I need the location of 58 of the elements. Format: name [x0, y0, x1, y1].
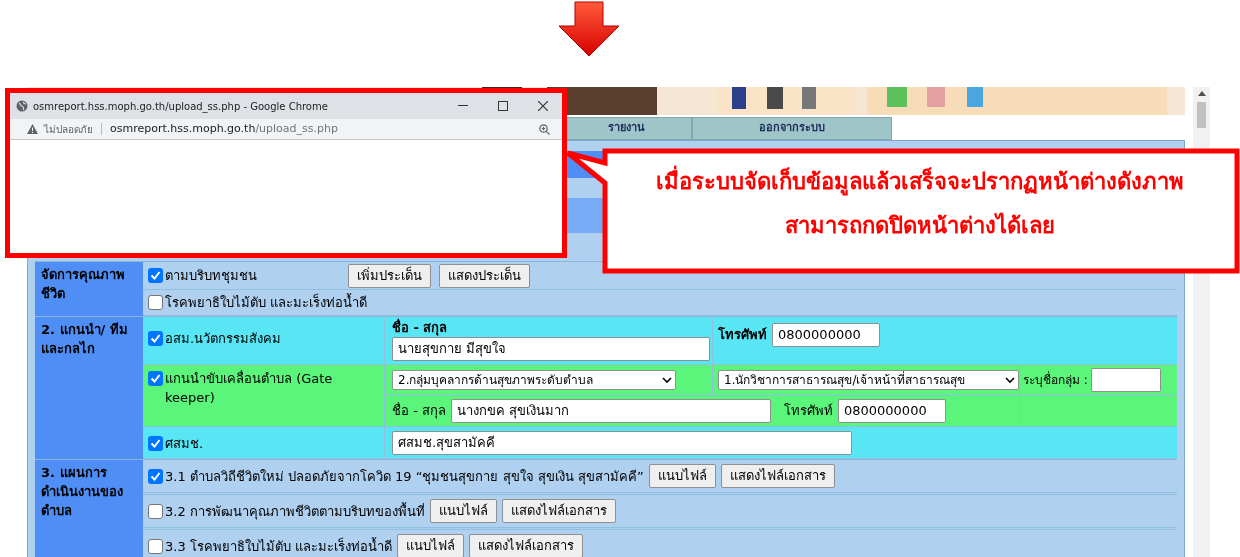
security-label: ไม่ปลอดภัย [44, 122, 93, 137]
select-field[interactable]: 2.กลุ่มบุคลากรด้านสุขภาพระดับตำบล [392, 370, 676, 390]
checkbox[interactable] [148, 538, 163, 554]
select-field[interactable]: 1.นักวิชาการสาธารณสุข/เจ้าหน้าที่สาธารณสุข [718, 370, 1019, 390]
field-label: ชื่อ - สกุล [392, 401, 446, 421]
url-host: osmreport.hss.moph.go.th [110, 120, 256, 137]
section-label: 2. แกนนำ/ ทีม และกลไก [35, 317, 143, 459]
field-label: โทรศัพท์ [718, 325, 767, 344]
button[interactable]: แนบไฟล์ [429, 499, 497, 523]
field-label: ชื่อ - สกุล [392, 319, 449, 337]
field-label: โทรศัพท์ [783, 402, 833, 421]
input-field[interactable]: 0800000000 [772, 322, 880, 347]
button[interactable]: แสดงไฟล์เอกสาร [468, 534, 583, 557]
button[interactable]: เพิ่มประเด็น [348, 263, 431, 288]
maximize-icon[interactable] [498, 101, 508, 111]
input-field[interactable]: นางกขค สุขเงินมาก [450, 399, 771, 423]
checkbox[interactable] [148, 503, 163, 519]
down-arrow-drawing [557, 0, 621, 58]
button[interactable]: แสดงไฟล์เอกสาร [501, 499, 616, 523]
caret-icon [1005, 376, 1015, 384]
minimize-icon[interactable] [458, 105, 468, 107]
checkbox-label: 3.3 โรคพยาธิใบไม้ตับ และมะเร็งท่อน้ำดี [165, 536, 392, 556]
section-label: จัดการคุณภาพ ชีวิต [35, 262, 143, 316]
checkbox-label: โรคพยาธิใบไม้ตับ และมะเร็งท่อน้ำดี [165, 293, 368, 312]
url-path: /upload_ss.php [255, 120, 339, 137]
callout-text: เมื่อระบบจัดเก็บข้อมูลแล้วเสร็จจะปรากฏหน้าต่างดังภาพ [656, 166, 1184, 198]
window-title: osmreport.hss.moph.go.th/upload_ss.php - Google Chrome [33, 99, 329, 114]
checkbox-label: แกนนำขับเคลื่อนตำบล (Gate keeper) [165, 369, 334, 407]
globe-icon [16, 100, 28, 112]
checkbox[interactable] [148, 468, 163, 484]
warning-icon [27, 124, 38, 134]
button[interactable]: แสดงไฟล์เอกสาร [720, 464, 835, 488]
nav-tab[interactable]: ออกจากระบบ [692, 117, 892, 140]
checkbox-label: 3.2 การพัฒนาคุณภาพชีวิตตามบริบทของพื้นที่ [165, 501, 425, 521]
checkbox-label: 3.1 ตำบลวิถีชีวิตใหม่ ปลอดภัยจากโควิด 19 “ชุมชนสุขกาย สุขใจ สุขเงิน สุขสามัคคี” [165, 467, 644, 486]
callout-text: สามารถกดปิดหน้าต่างได้เลย [785, 211, 1055, 240]
input-field[interactable]: นายสุขกาย มีสุขใจ [392, 337, 710, 361]
up-arrow-icon [1197, 91, 1206, 96]
button[interactable]: แสดงประเด็น [439, 263, 530, 288]
input-field[interactable]: ศสมช.สุขสามัคคี [392, 430, 852, 455]
checkbox-label: ตามบริบทชุมชน [165, 267, 257, 285]
zoom-icon[interactable] [539, 123, 550, 135]
checkbox[interactable] [148, 436, 163, 451]
section-label: 3. แผนการ ดำเนินงานของ ตำบล [35, 460, 143, 557]
checkbox-label: อสม.นวัตกรรมสังคม [165, 330, 282, 348]
checkbox[interactable] [148, 295, 163, 310]
input-field[interactable] [1090, 368, 1161, 392]
checkbox[interactable] [148, 371, 163, 386]
checkbox[interactable] [148, 268, 163, 283]
close-icon[interactable] [538, 101, 548, 111]
scrollbar-thumb[interactable] [1197, 102, 1206, 128]
button[interactable]: แนบไฟล์ [396, 534, 464, 557]
checkbox[interactable] [148, 331, 163, 346]
checkbox-label: ศสมช. [165, 435, 204, 453]
field-label: ระบุชื่อกลุ่ม : [1023, 371, 1088, 389]
input-field[interactable]: 0800000000 [837, 399, 946, 423]
caret-icon [662, 376, 672, 384]
button[interactable]: แนบไฟล์ [648, 464, 716, 488]
